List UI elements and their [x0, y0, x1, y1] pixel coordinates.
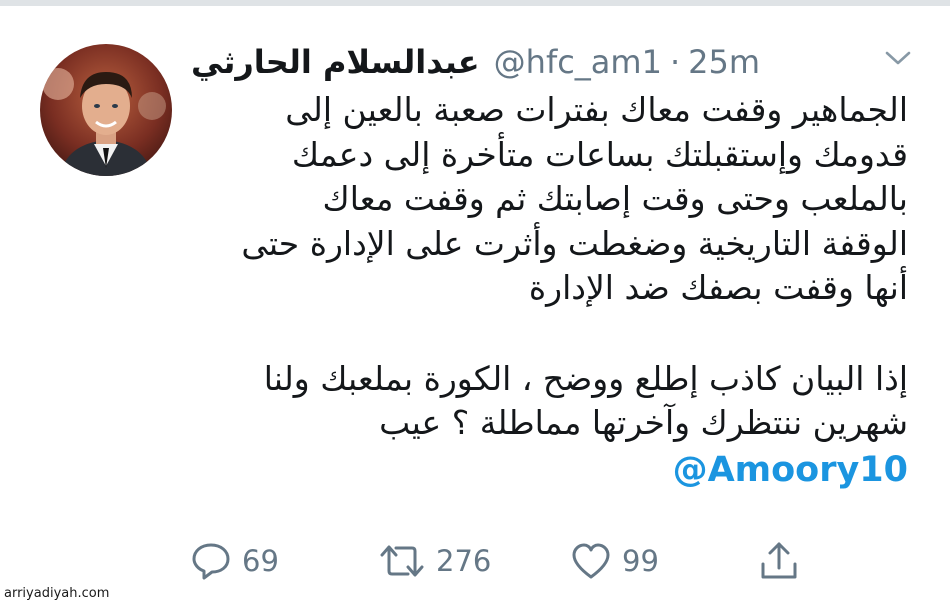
retweet-button[interactable]: 276: [378, 538, 491, 584]
share-button[interactable]: [758, 538, 810, 584]
source-watermark: arriyadiyah.com: [4, 586, 110, 601]
tweet-text-line: الجماهير وقفت معاك بفترات صعبة بالعين إل…: [285, 90, 908, 129]
tweet-text-line: قدومك وإستقبلتك بساعات متأخرة إلى دعمك: [291, 134, 908, 174]
retweet-count: 276: [436, 544, 492, 578]
mention-link[interactable]: @Amoory10: [178, 446, 908, 494]
like-button[interactable]: 99: [570, 538, 659, 584]
reply-button[interactable]: 69: [190, 538, 279, 584]
like-count: 99: [622, 544, 659, 578]
more-options-button[interactable]: [880, 46, 916, 70]
tweet-header: عبدالسلام الحارثي @hfc_am1 · 25m: [191, 36, 760, 88]
author-name[interactable]: عبدالسلام الحارثي: [191, 36, 480, 88]
author-handle[interactable]: @hfc_am1: [494, 36, 662, 88]
tweet-timestamp[interactable]: 25m: [688, 36, 760, 88]
retweet-icon: [380, 545, 424, 577]
tweet-card: عبدالسلام الحارثي @hfc_am1 · 25m الجماهي…: [0, 6, 950, 607]
chevron-down-icon: [885, 51, 911, 65]
tweet-text-line: أنها وقفت بصفك ضد الإدارة: [528, 268, 908, 307]
tweet-text-line: شهرين ننتظرك وآخرتها مماطلة ؟ عيب: [379, 403, 908, 442]
share-icon: [761, 542, 797, 579]
header-separator: ·: [669, 43, 681, 81]
reply-icon: [192, 543, 230, 580]
reply-count: 69: [242, 544, 279, 578]
tweet-text: الجماهير وقفت معاك بفترات صعبة بالعين إل…: [178, 88, 908, 494]
tweet-text-line: بالملعب وحتى وقت إصابتك ثم وقفت معاك: [322, 179, 908, 218]
tweet-actions: 69 276 99: [190, 538, 830, 584]
heart-icon: [572, 543, 610, 579]
tweet-text-line: الوقفة التاريخية وضغطت وأثرت على الإدارة…: [241, 223, 908, 263]
avatar[interactable]: [40, 44, 172, 176]
tweet-text-line: إذا البيان كاذب إطلع ووضح ، الكورة بملعب…: [263, 358, 908, 398]
